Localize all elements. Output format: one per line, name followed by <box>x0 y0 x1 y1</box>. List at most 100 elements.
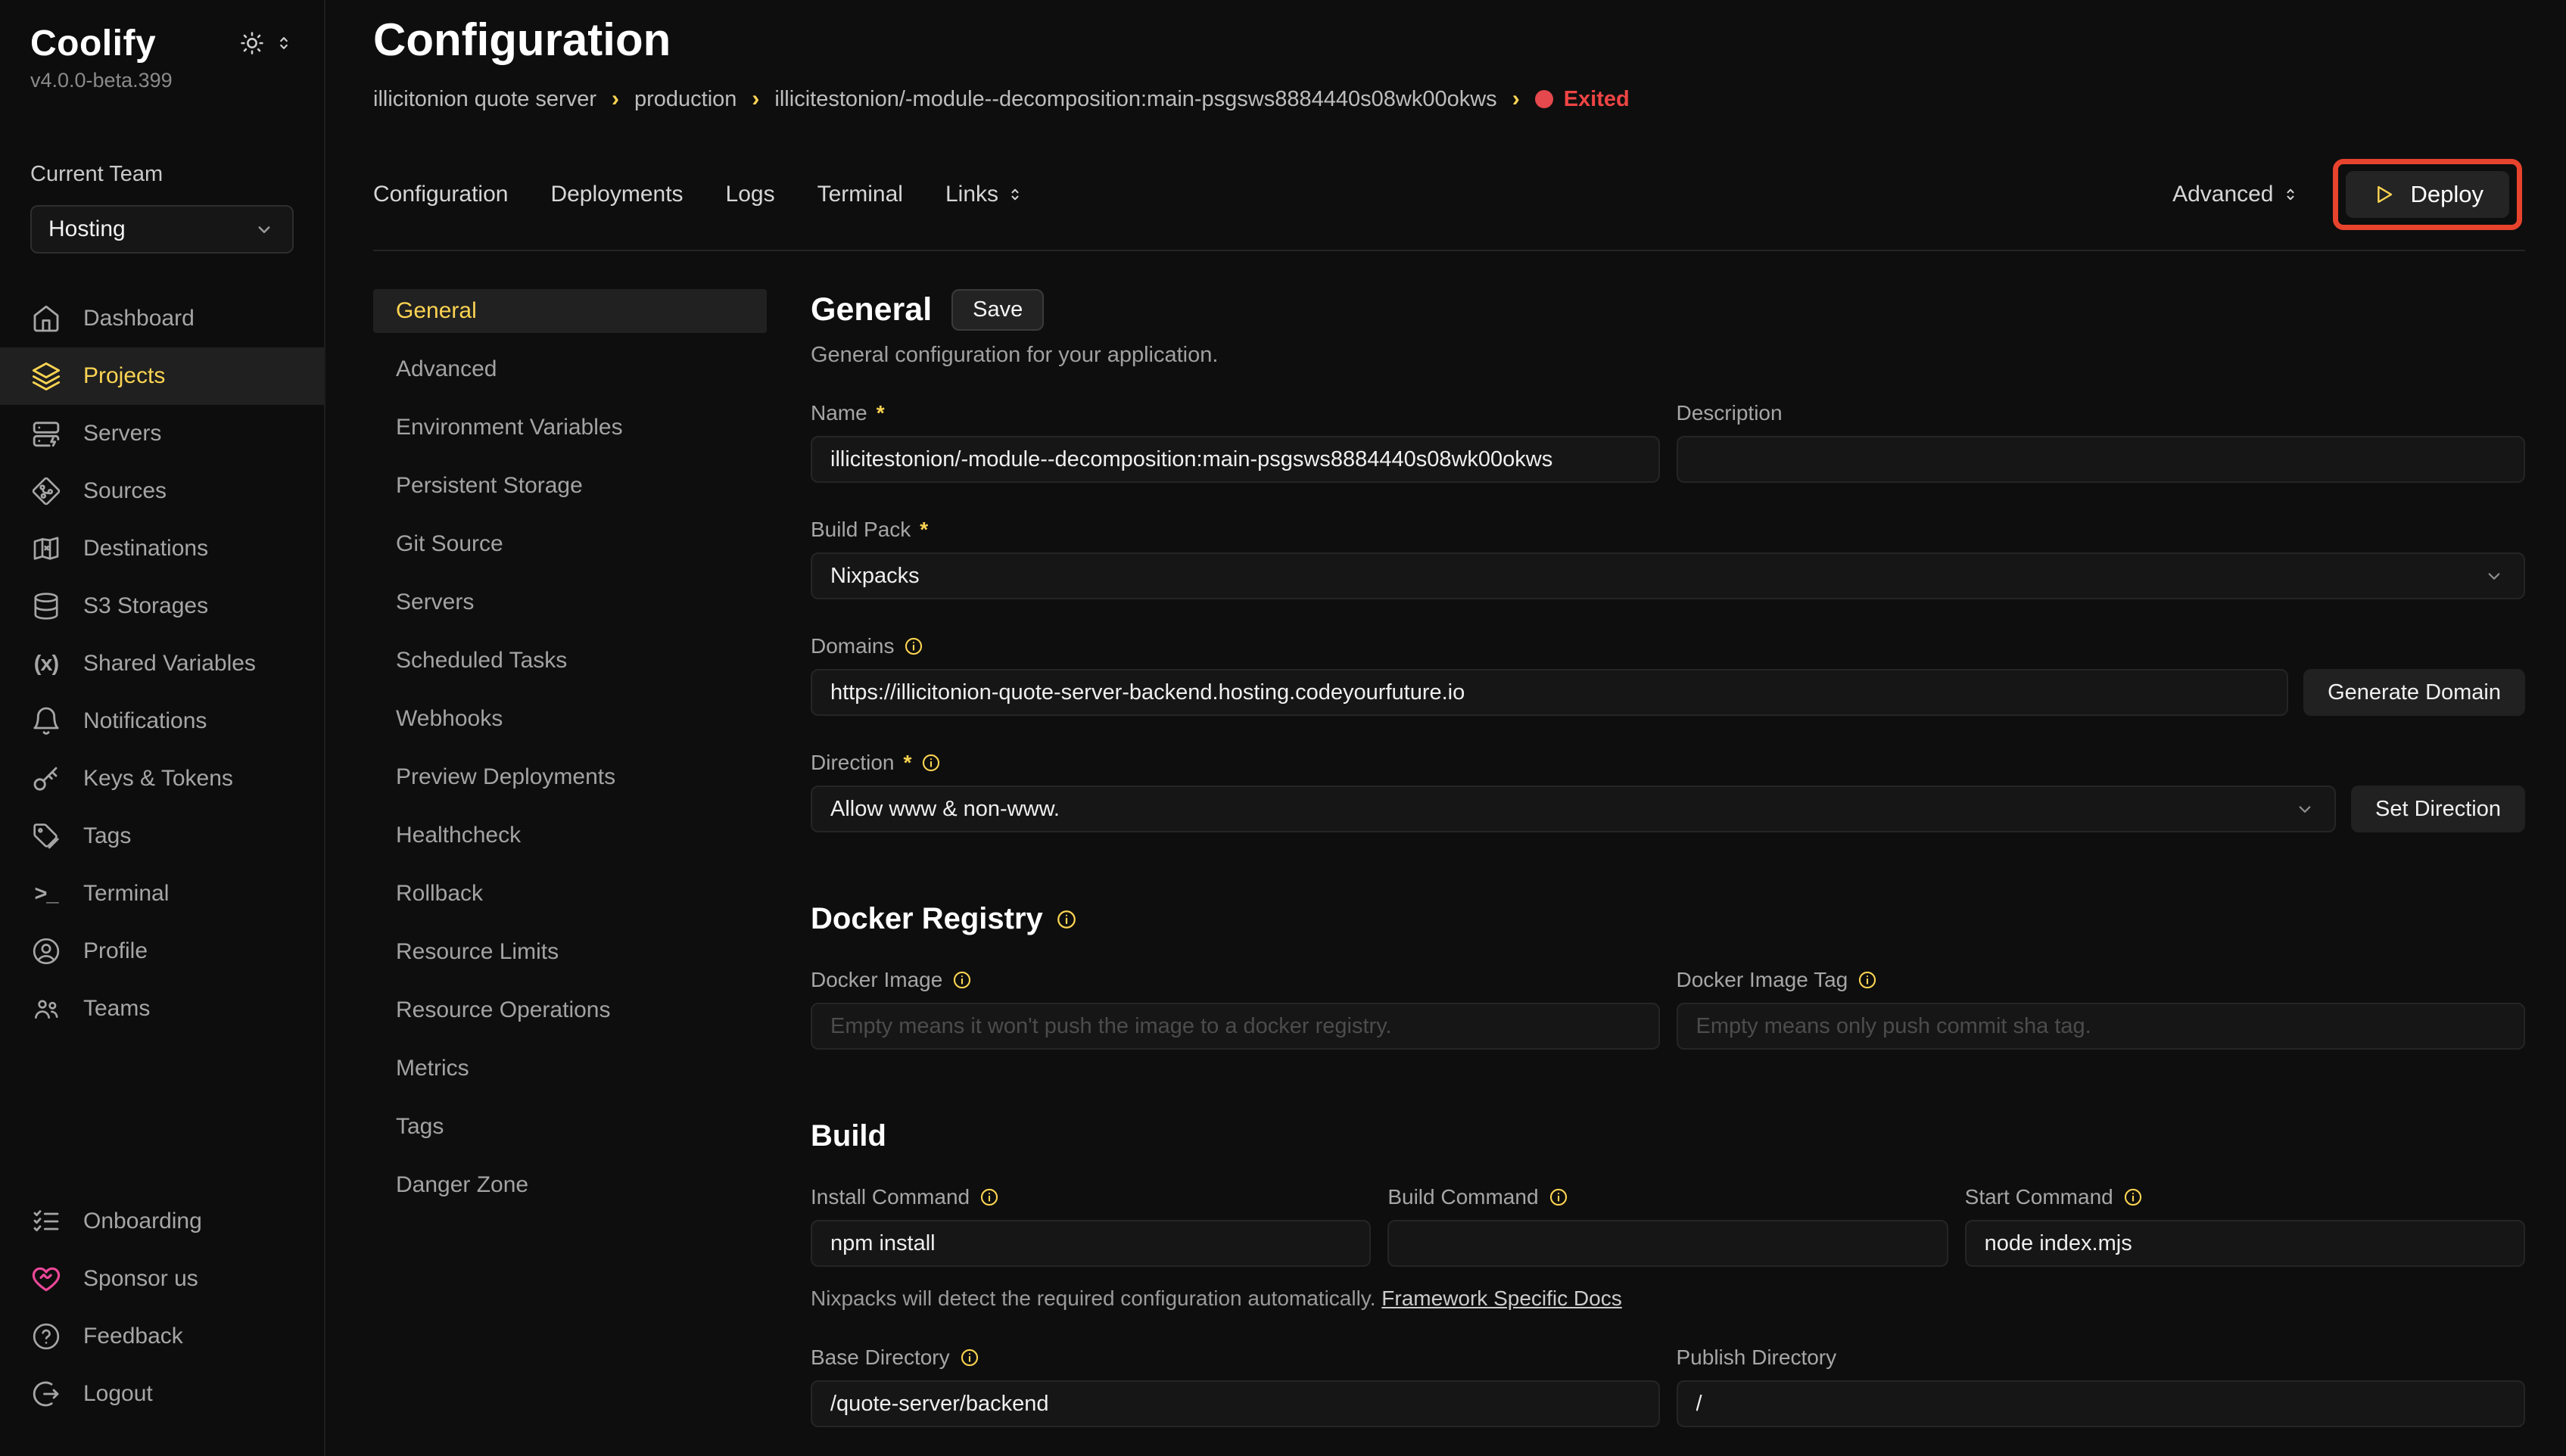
general-settings-panel: General Save General configuration for y… <box>811 289 2525 1456</box>
domains-input[interactable] <box>811 669 2288 716</box>
sidebar-item-notifications[interactable]: Notifications <box>0 692 324 750</box>
description-label: Description <box>1677 401 1783 425</box>
name-input[interactable] <box>811 436 1660 483</box>
subnav-item-preview-deployments[interactable]: Preview Deployments <box>373 755 767 799</box>
build-pack-value: Nixpacks <box>830 564 920 589</box>
subnav-item-resource-operations[interactable]: Resource Operations <box>373 988 767 1032</box>
subnav-item-metrics[interactable]: Metrics <box>373 1047 767 1090</box>
tab-logs[interactable]: Logs <box>726 182 775 207</box>
docker-image-label: Docker Image <box>811 968 942 992</box>
theme-selector-icon[interactable] <box>274 33 294 53</box>
sidebar-item-s3-storages[interactable]: S3 Storages <box>0 577 324 635</box>
info-icon <box>951 969 973 991</box>
tabs-row: Configuration Deployments Logs Terminal … <box>373 159 2525 251</box>
bell-icon <box>30 705 62 737</box>
subnav-item-scheduled-tasks[interactable]: Scheduled Tasks <box>373 639 767 683</box>
subnav-item-webhooks[interactable]: Webhooks <box>373 697 767 741</box>
docker-registry-heading: Docker Registry <box>811 902 1043 936</box>
required-mark: * <box>903 751 911 775</box>
info-icon <box>959 1347 980 1368</box>
key-icon <box>30 763 62 795</box>
theme-sun-icon[interactable] <box>239 30 265 56</box>
sidebar-item-profile[interactable]: Profile <box>0 922 324 980</box>
description-input[interactable] <box>1677 436 2526 483</box>
sidebar-item-shared-variables[interactable]: (x) Shared Variables <box>0 635 324 692</box>
sidebar-item-terminal[interactable]: >_ Terminal <box>0 865 324 922</box>
info-icon <box>1548 1187 1569 1208</box>
server-icon <box>30 418 62 450</box>
subnav-item-git-source[interactable]: Git Source <box>373 522 767 566</box>
subnav-item-tags[interactable]: Tags <box>373 1105 767 1149</box>
sidebar-item-projects[interactable]: Projects <box>0 347 324 405</box>
base-directory-input[interactable] <box>811 1380 1660 1427</box>
sidebar-item-keys-tokens[interactable]: Keys & Tokens <box>0 750 324 807</box>
sidebar-item-sources[interactable]: Sources <box>0 462 324 520</box>
advanced-menu[interactable]: Advanced <box>2172 182 2299 207</box>
deploy-button[interactable]: Deploy <box>2346 171 2510 218</box>
breadcrumb-environment[interactable]: production <box>634 87 736 112</box>
sidebar-item-dashboard[interactable]: Dashboard <box>0 290 324 347</box>
sidebar-item-feedback[interactable]: Feedback <box>0 1308 324 1365</box>
sidebar-item-label: Notifications <box>83 708 207 734</box>
subnav-item-rollback[interactable]: Rollback <box>373 872 767 916</box>
sidebar-item-label: Dashboard <box>83 306 195 331</box>
breadcrumb-project[interactable]: illicitonion quote server <box>373 87 596 112</box>
build-heading: Build <box>811 1119 2525 1153</box>
deploy-highlight-box: Deploy <box>2333 159 2523 230</box>
tab-terminal[interactable]: Terminal <box>817 182 903 207</box>
current-team-label: Current Team <box>30 162 294 187</box>
sidebar-item-sponsor-us[interactable]: Sponsor us <box>0 1250 324 1308</box>
sidebar-item-servers[interactable]: Servers <box>0 405 324 462</box>
install-command-label: Install Command <box>811 1185 970 1209</box>
tab-configuration[interactable]: Configuration <box>373 182 508 207</box>
info-icon <box>920 752 942 773</box>
config-subnav: General Advanced Environment Variables P… <box>373 289 767 1456</box>
sidebar-item-destinations[interactable]: Destinations <box>0 520 324 577</box>
info-icon <box>903 636 924 657</box>
chevrons-up-down-icon <box>1006 185 1024 204</box>
docker-image-tag-input[interactable] <box>1677 1003 2526 1050</box>
subnav-item-danger-zone[interactable]: Danger Zone <box>373 1163 767 1207</box>
sidebar-item-label: Teams <box>83 996 150 1022</box>
docker-image-input[interactable] <box>811 1003 1660 1050</box>
build-pack-select[interactable]: Nixpacks <box>811 552 2525 599</box>
generate-domain-button[interactable]: Generate Domain <box>2303 669 2525 716</box>
build-command-input[interactable] <box>1387 1220 1948 1267</box>
sidebar-item-onboarding[interactable]: Onboarding <box>0 1193 324 1250</box>
subnav-item-general[interactable]: General <box>373 289 767 333</box>
play-icon <box>2371 182 2396 207</box>
subnav-item-healthcheck[interactable]: Healthcheck <box>373 814 767 857</box>
subnav-item-resource-limits[interactable]: Resource Limits <box>373 930 767 974</box>
sidebar-item-logout[interactable]: Logout <box>0 1365 324 1423</box>
app-logo: Coolify <box>30 23 156 64</box>
breadcrumb-application[interactable]: illicitestonion/-module--decomposition:m… <box>774 87 1496 112</box>
install-command-input[interactable] <box>811 1220 1371 1267</box>
terminal-icon: >_ <box>30 878 62 910</box>
info-icon <box>979 1187 1000 1208</box>
help-icon <box>30 1321 62 1352</box>
sidebar-item-tags[interactable]: Tags <box>0 807 324 865</box>
subnav-item-advanced[interactable]: Advanced <box>373 347 767 391</box>
subnav-item-servers[interactable]: Servers <box>373 580 767 624</box>
sidebar-item-label: Destinations <box>83 536 208 562</box>
page-title: Configuration <box>373 12 2525 68</box>
layers-icon <box>30 360 62 392</box>
start-command-input[interactable] <box>1965 1220 2525 1267</box>
domains-label: Domains <box>811 634 894 658</box>
set-direction-button[interactable]: Set Direction <box>2351 786 2525 832</box>
tab-links[interactable]: Links <box>945 182 1024 207</box>
chevron-down-icon <box>2294 798 2316 820</box>
direction-value: Allow www & non-www. <box>830 797 1060 822</box>
direction-select[interactable]: Allow www & non-www. <box>811 786 2336 832</box>
section-subtitle: General configuration for your applicati… <box>811 343 2525 368</box>
subnav-item-environment-variables[interactable]: Environment Variables <box>373 406 767 450</box>
subnav-item-persistent-storage[interactable]: Persistent Storage <box>373 464 767 508</box>
team-select-value: Hosting <box>48 216 126 242</box>
publish-directory-input[interactable] <box>1677 1380 2526 1427</box>
save-button[interactable]: Save <box>951 289 1044 331</box>
framework-docs-link[interactable]: Framework Specific Docs <box>1381 1286 1621 1310</box>
tab-deployments[interactable]: Deployments <box>550 182 683 207</box>
sidebar-item-teams[interactable]: Teams <box>0 980 324 1038</box>
team-select[interactable]: Hosting <box>30 205 294 254</box>
chevrons-up-down-icon <box>2281 185 2300 204</box>
